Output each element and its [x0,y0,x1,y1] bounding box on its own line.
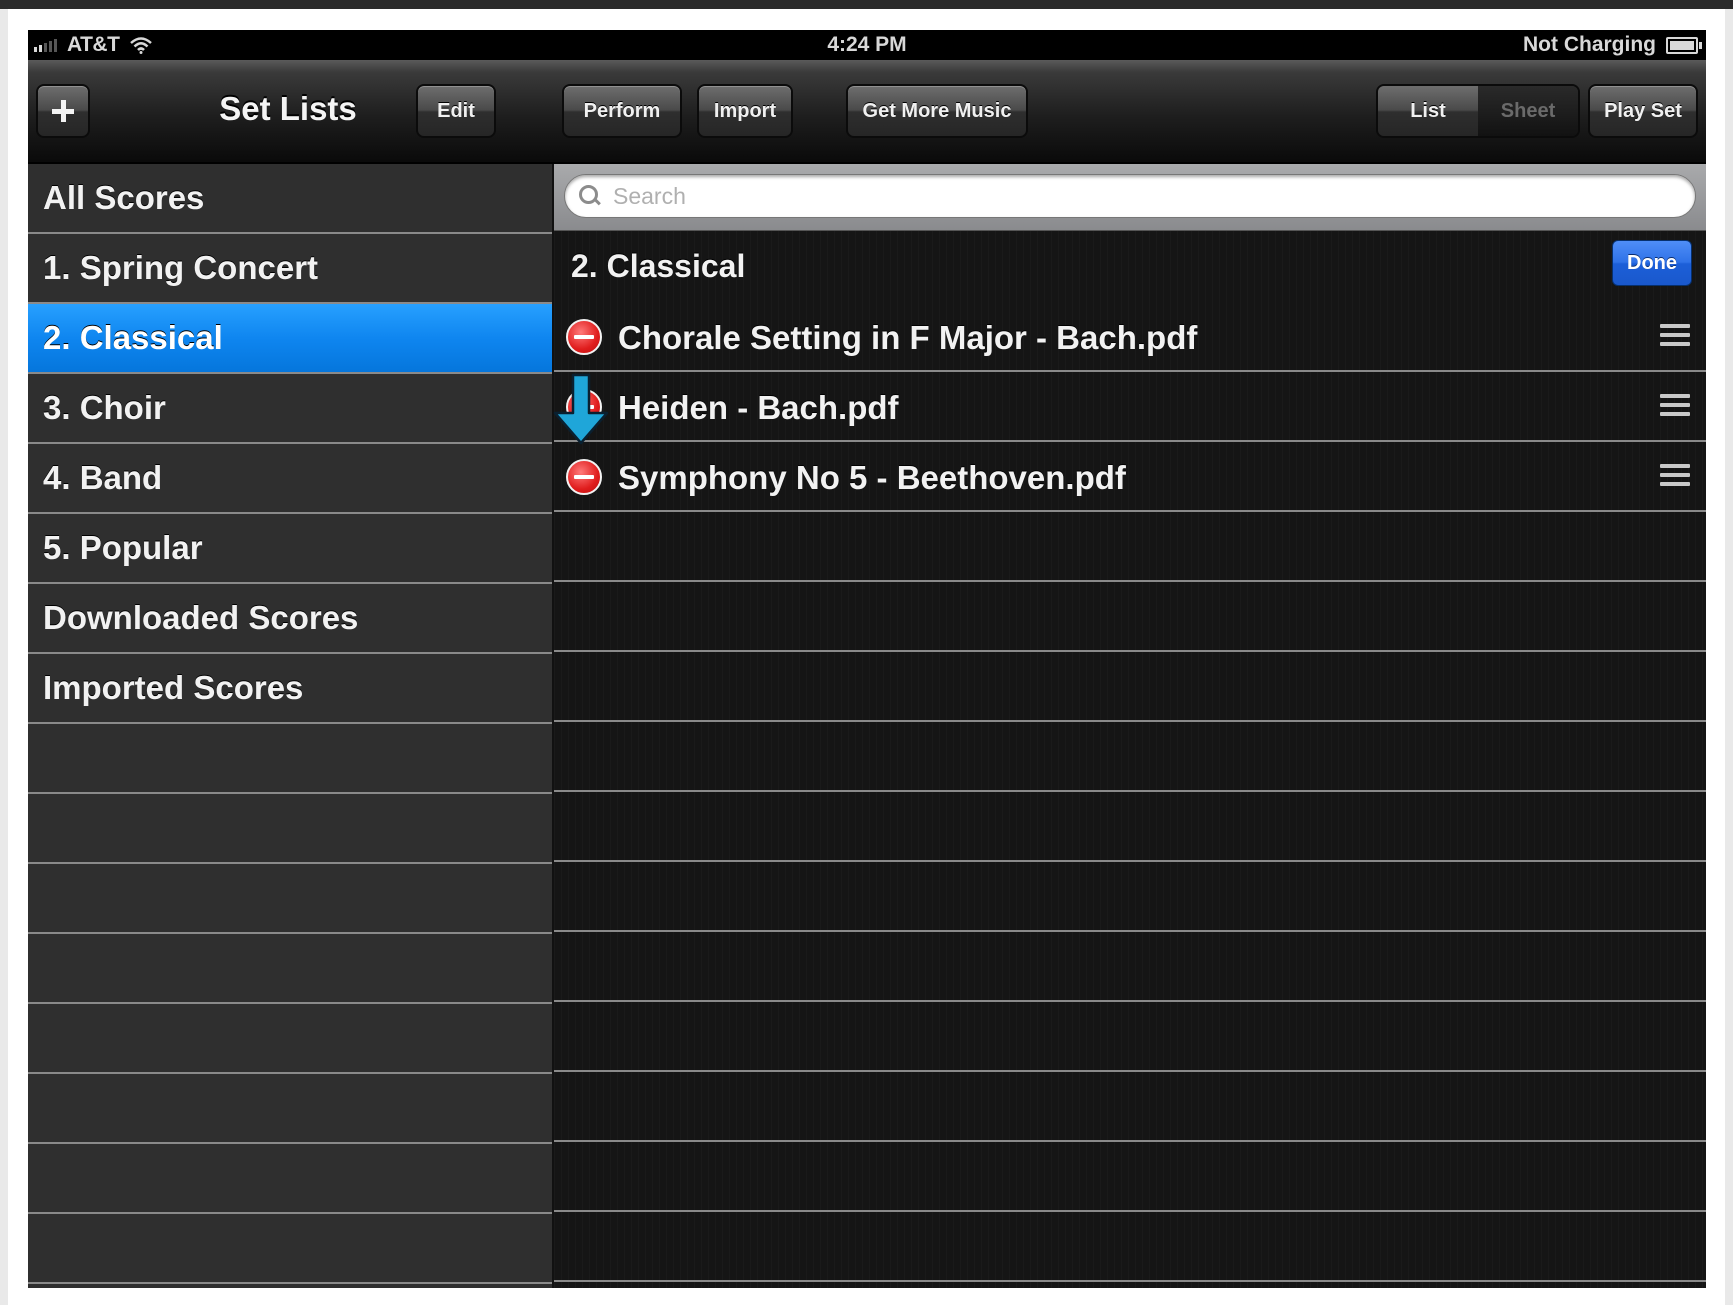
set-lists-navbar: Set Lists Edit [28,60,552,164]
empty-list-row [554,862,1706,932]
play-set-button[interactable]: Play Set [1588,84,1698,138]
sidebar-item-band[interactable]: 4. Band [28,444,552,514]
empty-list-row [554,582,1706,652]
sidebar-item-classical[interactable]: 2. Classical [28,304,552,374]
sidebar-empty-row [28,724,552,794]
list-view-segment[interactable]: List [1378,86,1478,136]
score-list: Chorale Setting in F Major - Bach.pdf He… [554,302,1706,1282]
sidebar-empty-row [28,794,552,864]
battery-status-text: Not Charging [1523,33,1656,56]
set-list-header: 2. Classical Done [554,230,1706,302]
delete-minus-icon[interactable] [566,459,602,495]
sidebar-item-all-scores[interactable]: All Scores [28,164,552,234]
score-row[interactable]: Symphony No 5 - Beethoven.pdf [554,442,1706,512]
sidebar-empty-row [28,1144,552,1214]
score-title: Heiden - Bach.pdf [618,389,899,426]
score-row[interactable]: Heiden - Bach.pdf [554,372,1706,442]
right-frame-border [1725,9,1733,1305]
sidebar-item-spring-concert[interactable]: 1. Spring Concert [28,234,552,304]
status-right: Not Charging [1523,33,1702,57]
score-list-pane: 2. Classical Done Chorale Setting in F M… [554,164,1706,1288]
plus-icon [52,100,74,122]
score-title: Chorale Setting in F Major - Bach.pdf [618,319,1198,356]
edit-button[interactable]: Edit [416,84,496,138]
add-set-list-button[interactable] [36,84,90,138]
empty-list-row [554,512,1706,582]
reorder-handle-icon[interactable] [1660,394,1690,420]
search-field[interactable] [564,174,1696,218]
status-bar: AT&T 4:24 PM Not Charging [28,30,1706,60]
sidebar-empty-row [28,934,552,1004]
empty-list-row [554,722,1706,792]
empty-list-row [554,932,1706,1002]
empty-list-row [554,1002,1706,1072]
reorder-handle-icon[interactable] [1660,464,1690,490]
empty-list-row [554,652,1706,722]
import-button[interactable]: Import [697,84,793,138]
set-lists-sidebar: All Scores 1. Spring Concert 2. Classica… [28,164,554,1288]
set-list-title: 2. Classical [571,248,746,284]
sidebar-empty-row [28,1214,552,1284]
view-mode-toggle: List Sheet [1376,84,1580,138]
perform-button[interactable]: Perform [562,84,682,138]
empty-list-row [554,1072,1706,1142]
down-arrow-icon [553,373,609,445]
sidebar-item-choir[interactable]: 3. Choir [28,374,552,444]
score-row[interactable]: Chorale Setting in F Major - Bach.pdf [554,302,1706,372]
get-more-music-button[interactable]: Get More Music [846,84,1028,138]
main-toolbar: Perform Import Get More Music List Sheet… [552,60,1706,164]
sidebar-empty-row [28,1074,552,1144]
ipad-screen: AT&T 4:24 PM Not Charging Set Lists Edit… [28,30,1706,1288]
navbar-title: Set Lists [219,90,357,127]
reorder-handle-icon[interactable] [1660,324,1690,350]
search-bar [554,164,1706,231]
left-frame-border [0,9,8,1305]
top-frame-band [0,0,1733,9]
sidebar-empty-row [28,864,552,934]
search-icon [579,185,601,207]
delete-minus-icon[interactable] [566,319,602,355]
sidebar-item-imported-scores[interactable]: Imported Scores [28,654,552,724]
score-title: Symphony No 5 - Beethoven.pdf [618,459,1126,496]
status-time: 4:24 PM [827,33,907,56]
battery-icon [1666,36,1702,54]
sheet-view-segment[interactable]: Sheet [1478,86,1578,136]
empty-list-row [554,1142,1706,1212]
sidebar-item-downloaded-scores[interactable]: Downloaded Scores [28,584,552,654]
sidebar-item-popular[interactable]: 5. Popular [28,514,552,584]
done-button[interactable]: Done [1612,240,1692,286]
search-input[interactable] [611,181,1675,211]
sidebar-empty-row [28,1004,552,1074]
empty-list-row [554,1212,1706,1282]
empty-list-row [554,792,1706,862]
